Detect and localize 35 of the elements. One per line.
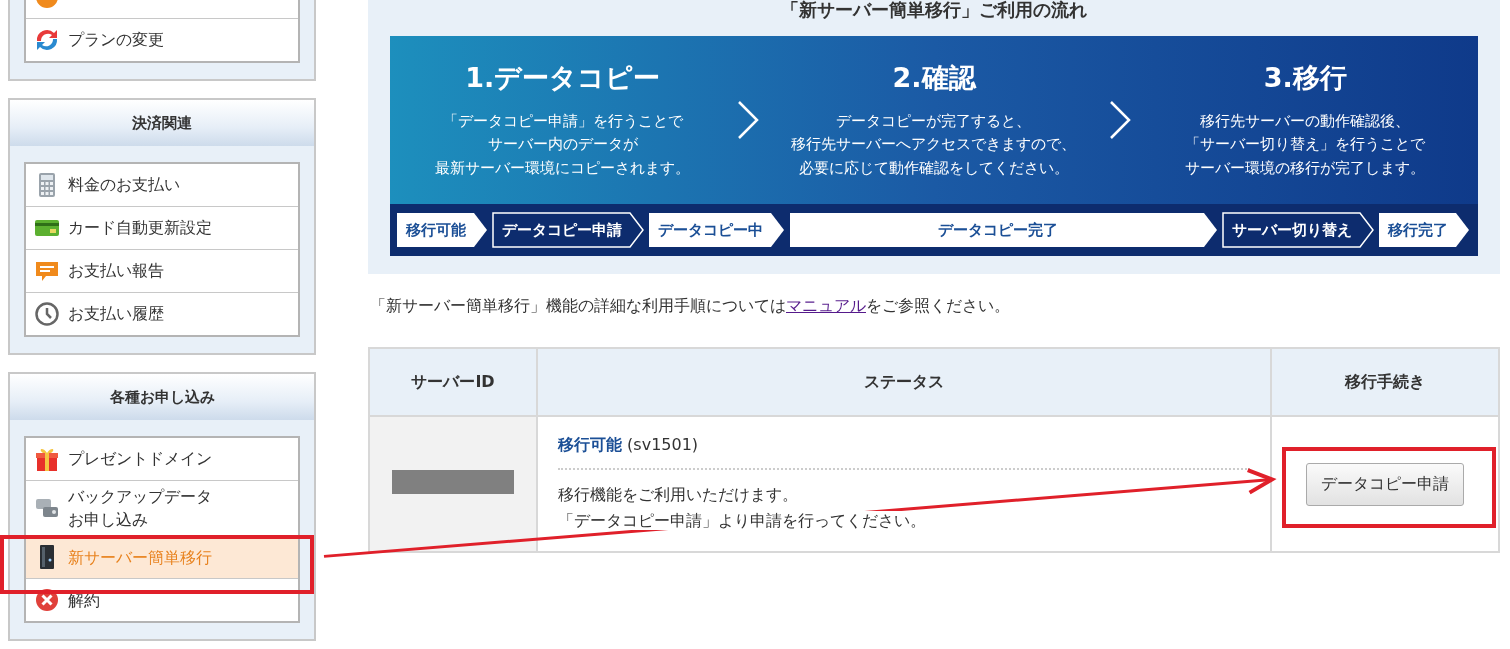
step-heading: 2.確認 bbox=[892, 61, 976, 96]
stage-step: データコピー申請 bbox=[492, 212, 644, 248]
sidebar-item[interactable]: カード自動更新設定 bbox=[26, 206, 298, 249]
column-header: サーバーID bbox=[369, 348, 537, 416]
data-copy-button[interactable]: データコピー申請 bbox=[1306, 462, 1464, 506]
clock-icon bbox=[34, 301, 60, 327]
status-label: 移行可能 bbox=[558, 435, 622, 454]
sidebar-item[interactable]: 料金のお支払い bbox=[26, 164, 298, 206]
sidebar-item[interactable]: バックアップデータお申し込み bbox=[26, 480, 298, 536]
stage-step: 移行完了 bbox=[1378, 212, 1470, 248]
sidebar-item[interactable]: お支払い報告 bbox=[26, 249, 298, 292]
server-name: (sv1501) bbox=[627, 435, 699, 454]
column-header: ステータス bbox=[537, 348, 1271, 416]
panel-title: 各種お申し込み bbox=[10, 374, 314, 420]
info-sentence: 「新サーバー簡単移行」機能の詳細な利用手順についてはマニュアルをご参照ください。 bbox=[370, 296, 1011, 317]
status-description: 移行機能をご利用いただけます。 「データコピー申請」より申請を行ってください。 bbox=[558, 484, 927, 532]
stage-step: データコピー中 bbox=[648, 212, 785, 248]
stage-step: データコピー完了 bbox=[789, 212, 1218, 248]
column-header: 移行手続き bbox=[1271, 348, 1499, 416]
step-description: 「データコピー申請」を行うことで サーバー内のデータが 最新サーバー環境にコピーされます。 bbox=[435, 111, 691, 179]
stage-step: サーバー切り替え bbox=[1222, 212, 1374, 248]
step-heading: 1.データコピー bbox=[465, 61, 661, 96]
manual-link[interactable]: マニュアル bbox=[786, 296, 866, 315]
sidebar-item[interactable]: お支払い履歴 bbox=[26, 292, 298, 335]
panel-title: 決済関連 bbox=[10, 100, 314, 146]
flow-title: 「新サーバー簡単移行」ご利用の流れ bbox=[780, 0, 1088, 22]
step-heading: 3.移行 bbox=[1263, 61, 1347, 96]
gift-icon bbox=[34, 446, 60, 472]
refresh-arrows-icon bbox=[34, 27, 60, 53]
step-description: データコピーが完了すると、 移行先サーバーへアクセスできますので、 必要に応じて動作確認をしてください。 bbox=[791, 111, 1077, 179]
step-description: 移行先サーバーの動作確認後、 「サーバー切り替え」を行うことで サーバー環境の移行が完了します。 bbox=[1185, 111, 1426, 179]
sidebar-item[interactable]: 解約 bbox=[26, 578, 298, 622]
cancel-icon bbox=[34, 587, 60, 614]
sidebar-item[interactable]: プレゼントドメイン bbox=[26, 438, 298, 480]
stage-step: 移行可能 bbox=[396, 212, 488, 248]
